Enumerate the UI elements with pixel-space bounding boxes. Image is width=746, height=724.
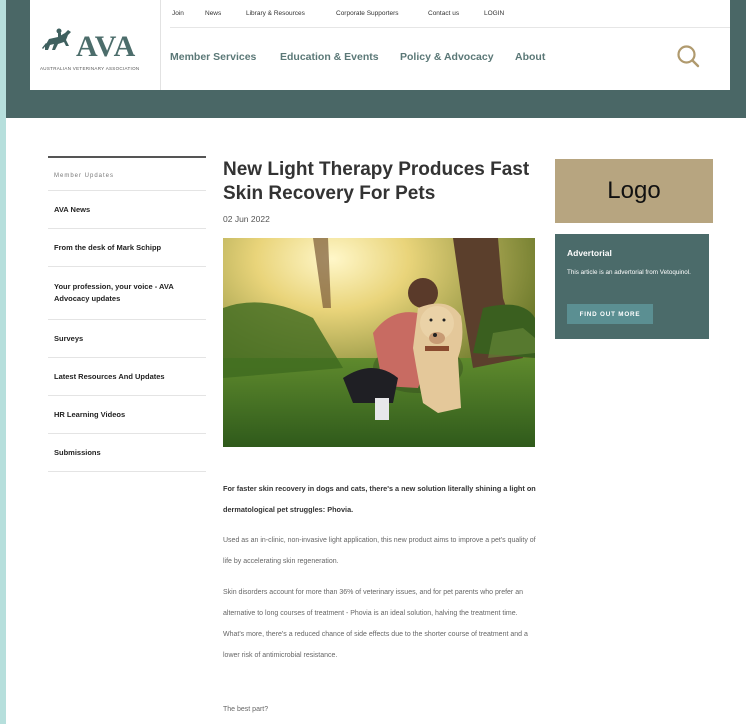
sidebar-title: Member Updates xyxy=(48,156,206,191)
logo-wordmark: AVA xyxy=(76,30,137,63)
nav-education-events[interactable]: Education & Events xyxy=(280,51,379,63)
page: AVA AUSTRALIAN VETERINARY ASSOCIATION Jo… xyxy=(6,0,746,724)
sidebar-item-surveys[interactable]: Surveys xyxy=(48,320,206,358)
top-link-library[interactable]: Library & Resources xyxy=(246,10,305,17)
top-link-login[interactable]: LOGIN xyxy=(484,10,504,17)
nav-member-services[interactable]: Member Services xyxy=(170,51,256,63)
site-logo[interactable]: AVA AUSTRALIAN VETERINARY ASSOCIATION xyxy=(30,0,161,90)
top-links: Join News Library & Resources Corporate … xyxy=(170,0,730,28)
top-link-corporate-supporters[interactable]: Corporate Supporters xyxy=(336,10,399,17)
top-link-contact[interactable]: Contact us xyxy=(428,10,459,17)
article-title: New Light Therapy Produces Fast Skin Rec… xyxy=(223,159,530,204)
sidebar-item-latest-resources[interactable]: Latest Resources And Updates xyxy=(48,358,206,396)
article-paragraph-1: Used as an in-clinic, non-invasive light… xyxy=(223,537,536,565)
sidebar-item-desk-mark-schipp[interactable]: From the desk of Mark Schipp xyxy=(48,229,206,267)
sidebar-item-submissions[interactable]: Submissions xyxy=(48,434,206,472)
article-date: 02 Jun 2022 xyxy=(223,214,270,224)
article-lead: For faster skin recovery in dogs and cat… xyxy=(223,484,536,514)
sidebar-item-advocacy-updates[interactable]: Your profession, your voice - AVA Advoca… xyxy=(48,267,206,320)
hero-image xyxy=(223,238,535,447)
advertorial-title: Advertorial xyxy=(567,248,612,258)
sidebar-item-hr-learning-videos[interactable]: HR Learning Videos xyxy=(48,396,206,434)
article: New Light Therapy Produces Fast Skin Rec… xyxy=(223,158,539,713)
horse-rider-icon xyxy=(42,28,71,50)
article-paragraph-2: Skin disorders account for more than 36%… xyxy=(223,589,528,659)
advertorial-box: Advertorial This article is an advertori… xyxy=(555,234,709,339)
logo-subtext: AUSTRALIAN VETERINARY ASSOCIATION xyxy=(40,66,140,71)
advertorial-text: This article is an advertorial from Veto… xyxy=(567,269,691,276)
main-nav: Member Services Education & Events Polic… xyxy=(170,27,730,90)
header: AVA AUSTRALIAN VETERINARY ASSOCIATION Jo… xyxy=(30,0,730,90)
sponsor-logo-placeholder: Logo xyxy=(555,159,713,223)
find-out-more-button[interactable]: FIND OUT MORE xyxy=(567,304,653,324)
sidebar-item-ava-news[interactable]: AVA News xyxy=(48,191,206,229)
nav-about[interactable]: About xyxy=(515,51,545,63)
nav-policy-advocacy[interactable]: Policy & Advocacy xyxy=(400,51,494,63)
sidebar: Member Updates AVA News From the desk of… xyxy=(48,156,206,472)
search-icon[interactable] xyxy=(676,44,700,68)
top-link-news[interactable]: News xyxy=(205,10,221,17)
top-link-join[interactable]: Join xyxy=(172,10,184,17)
article-paragraph-3: The best part? xyxy=(223,706,269,713)
hero-photo-woman-and-dog xyxy=(223,238,535,447)
